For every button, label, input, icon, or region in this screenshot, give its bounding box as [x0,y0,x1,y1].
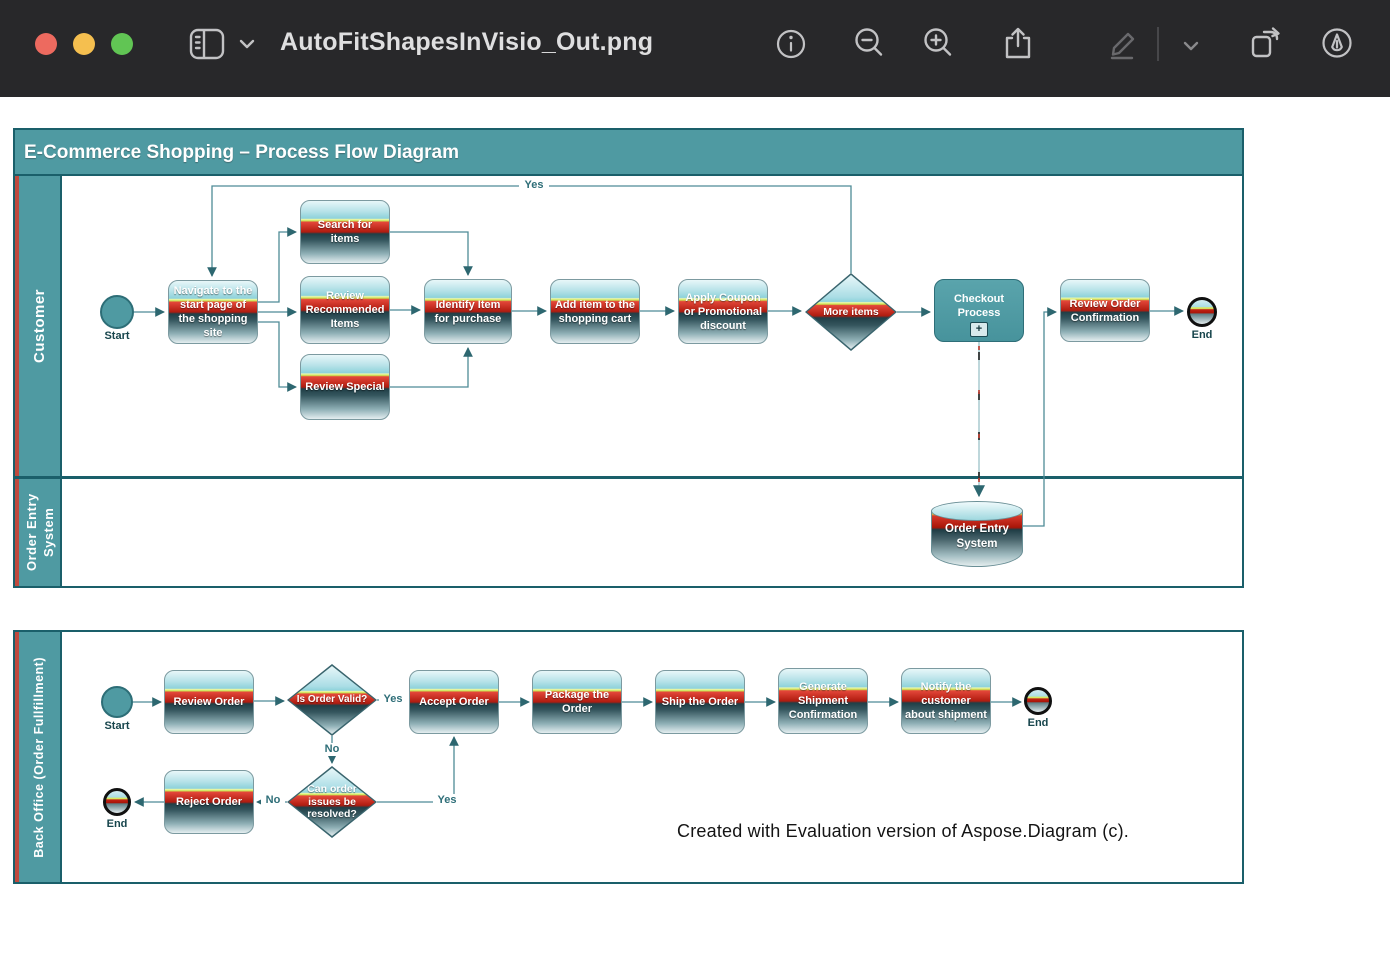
task-reject-order: Reject Order [164,770,254,834]
pen-nib-icon[interactable] [1320,26,1354,60]
start-event-upper [100,295,134,329]
edge-label-no-valid: No [320,743,344,756]
task-review-special: Review Special [300,354,390,420]
edge-label-yes-loop: Yes [519,179,549,192]
subprocess-checkout: Checkout Process + [934,279,1024,342]
start-event-lower-label: Start [97,720,137,732]
task-generate-shipment: Generate Shipment Confirmation [778,668,868,734]
end-event-lower-left-label: End [100,818,134,830]
task-review-order: Review Order [164,670,254,734]
zoom-in-button[interactable] [921,26,955,60]
edge-label-yes-valid: Yes [379,693,407,706]
chevron-down-icon[interactable] [238,38,256,50]
edge-label-yes-resolve: Yes [433,794,461,807]
task-review-order-confirmation: Review Order Confirmation [1060,279,1150,342]
diagram-title: E-Commerce Shopping – Process Flow Diagr… [15,130,1242,176]
end-event-lower-right [1024,687,1052,715]
task-apply-coupon: Apply Coupon or Promotional discount [678,279,768,344]
minimize-button[interactable] [73,33,95,55]
end-event-lower-right-label: End [1021,717,1055,729]
task-ship-order: Ship the Order [655,670,745,734]
gateway-more-items-label: More items [807,275,895,349]
window-titlebar: AutoFitShapesInVisio_Out.png [0,0,1390,97]
diagram-lower-frame: Back Office (Order Fullfillment) [13,630,1244,884]
toolbar-divider [1157,27,1159,61]
lane-back-office: Back Office (Order Fullfillment) [15,632,62,882]
markup-pencil-icon[interactable] [1104,26,1140,60]
start-event-upper-label: Start [95,330,139,342]
lane-customer-label: Customer [31,289,48,363]
datastore-top [931,501,1023,521]
preview-window: AutoFitShapesInVisio_Out.png [0,0,1390,976]
gateway-can-resolve: Can order issues be resolved? [287,766,377,838]
datastore-order-entry-system: Order Entry System [931,501,1023,567]
info-button[interactable] [775,28,807,60]
task-identify-item: Identify Item for purchase [424,279,512,344]
task-search-items: Search for items [300,200,390,264]
gateway-can-resolve-label: Can order issues be resolved? [289,768,375,836]
gateway-is-order-valid: Is Order Valid? [287,664,377,736]
share-button[interactable] [1001,25,1035,61]
window-title: AutoFitShapesInVisio_Out.png [280,28,653,57]
lane-divider [15,476,1242,479]
task-navigate: Navigate to the start page of the shoppi… [168,280,258,344]
datastore-label: Order Entry System [931,522,1023,552]
maximize-button[interactable] [111,33,133,55]
lane-back-office-label: Back Office (Order Fullfillment) [31,657,48,858]
lane-order-entry-label: Order Entry System [23,479,57,586]
task-accept-order: Accept Order [409,670,499,734]
subprocess-plus-marker: + [970,322,988,337]
close-button[interactable] [35,33,57,55]
end-event-upper-label: End [1185,329,1219,341]
zoom-out-button[interactable] [852,26,886,60]
rotate-button[interactable] [1247,24,1285,62]
evaluation-watermark: Created with Evaluation version of Aspos… [677,821,1129,842]
gateway-is-order-valid-label: Is Order Valid? [289,666,375,734]
task-review-recommended: Review Recommended Items [300,276,390,344]
gateway-more-items: More items [805,273,897,351]
subprocess-checkout-label: Checkout Process [935,292,1023,320]
end-event-upper [1187,297,1217,327]
diagram-upper-frame: E-Commerce Shopping – Process Flow Diagr… [13,128,1244,588]
task-notify-customer: Notify the customer about shipment [901,668,991,734]
markup-chevron-down-icon[interactable] [1182,40,1200,52]
sidebar-toggle-button[interactable] [189,28,225,60]
task-add-item: Add item to the shopping cart [550,279,640,344]
connectors-upper [15,130,1242,586]
end-event-lower-left [103,788,131,816]
lane-order-entry-system: Order Entry System [15,479,62,586]
edge-label-no-resolve: No [261,794,285,807]
task-package-order: Package the Order [532,670,622,734]
lane-customer: Customer [15,176,62,476]
start-event-lower [101,686,133,718]
